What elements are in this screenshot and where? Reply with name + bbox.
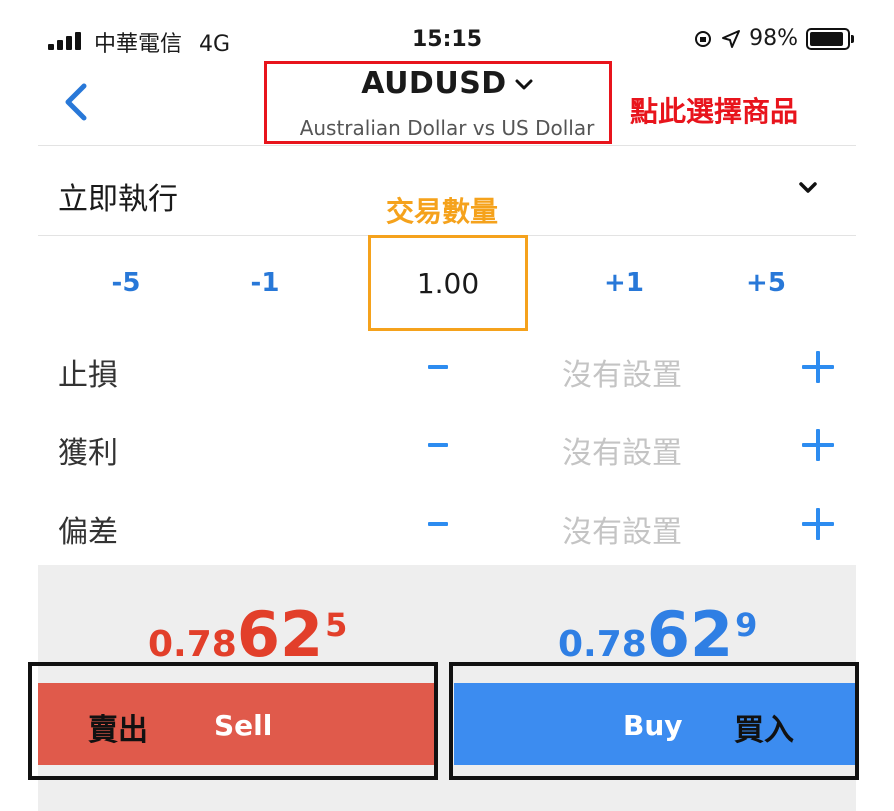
- chevron-down-icon[interactable]: [797, 180, 819, 196]
- deviation-value[interactable]: 沒有設置: [562, 507, 682, 551]
- buy-price-pips: 62: [646, 598, 734, 671]
- sell-price-pips: 62: [236, 598, 324, 671]
- annotation-box-volume: [368, 235, 528, 331]
- volume-minus-5-button[interactable]: -5: [86, 268, 166, 298]
- status-bar: 中華電信 4G 15:15 98%: [0, 0, 894, 70]
- orientation-lock-icon: [695, 30, 712, 47]
- annotation-box-symbol: [264, 61, 612, 144]
- annotation-box-sell: [28, 662, 438, 780]
- sell-price-fraction: 5: [325, 606, 348, 644]
- take-profit-label: 獲利: [58, 436, 118, 471]
- take-profit-value[interactable]: 沒有設置: [562, 428, 682, 472]
- divider: [38, 145, 856, 146]
- deviation-minus-button[interactable]: [428, 522, 448, 526]
- stop-loss-minus-button[interactable]: [428, 365, 448, 369]
- buy-price-prefix: 0.78: [558, 624, 647, 665]
- volume-plus-5-button[interactable]: +5: [726, 268, 806, 298]
- sell-price-prefix: 0.78: [148, 624, 237, 665]
- status-right: 98%: [693, 26, 854, 51]
- take-profit-plus-button[interactable]: [802, 429, 834, 461]
- order-type-label[interactable]: 立即執行: [58, 174, 178, 218]
- sell-price: 0.78625: [148, 598, 347, 671]
- battery-percent: 98%: [749, 26, 798, 51]
- buy-price: 0.78629: [558, 598, 757, 671]
- annotation-select-symbol: 點此選擇商品: [630, 95, 799, 128]
- volume-plus-1-button[interactable]: +1: [584, 268, 664, 298]
- stop-loss-plus-button[interactable]: [802, 351, 834, 383]
- take-profit-minus-button[interactable]: [428, 443, 448, 447]
- stop-loss-value[interactable]: 沒有設置: [562, 350, 682, 394]
- deviation-label: 偏差: [58, 515, 118, 550]
- location-arrow-icon: [722, 29, 741, 48]
- stop-loss-label: 止損: [58, 358, 118, 393]
- battery-icon: [806, 27, 854, 50]
- buy-price-fraction: 9: [735, 606, 758, 644]
- deviation-plus-button[interactable]: [802, 508, 834, 540]
- annotation-volume: 交易數量: [386, 195, 499, 228]
- volume-minus-1-button[interactable]: -1: [225, 268, 305, 298]
- annotation-box-buy: [449, 662, 859, 780]
